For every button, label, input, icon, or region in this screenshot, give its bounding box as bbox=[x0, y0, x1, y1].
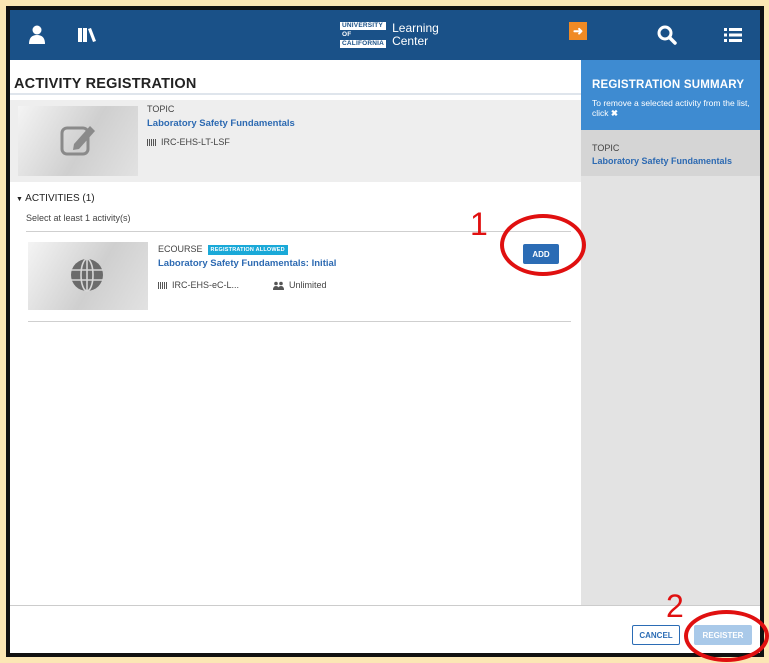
title-divider bbox=[10, 93, 581, 95]
activities-header: ACTIVITIES (1) bbox=[25, 193, 95, 204]
activity-type-row: ECOURSE REGISTRATION ALLOWED bbox=[158, 244, 288, 255]
topic-thumbnail bbox=[18, 106, 138, 176]
list-menu-icon[interactable] bbox=[720, 22, 746, 48]
activity-code: IRC-EHS-eC-L... bbox=[172, 280, 240, 290]
topic-card: TOPIC Laboratory Safety Fundamentals IRC… bbox=[10, 100, 581, 182]
close-icon: ✖ bbox=[610, 108, 619, 118]
barcode-icon bbox=[147, 138, 156, 146]
registration-summary-panel: REGISTRATION SUMMARY To remove a selecte… bbox=[581, 60, 760, 605]
summary-item-type: TOPIC bbox=[592, 143, 620, 153]
summary-note: To remove a selected activity from the l… bbox=[592, 98, 760, 118]
activity-meta: IRC-EHS-eC-L... Unlimited bbox=[158, 280, 327, 290]
main-content: ACTIVITY REGISTRATION TOPIC Laboratory S… bbox=[10, 60, 581, 605]
step-1-label: 1 bbox=[470, 206, 488, 242]
library-icon[interactable] bbox=[74, 22, 100, 48]
caret-down-icon: ▼ bbox=[16, 196, 23, 203]
screenshot-frame: UNIVERSITY OF CALIFORNIA Learning Center… bbox=[6, 6, 764, 657]
logo-line: CALIFORNIA bbox=[340, 40, 387, 48]
activities-divider bbox=[26, 231, 571, 232]
activities-hint: Select at least 1 activity(s) bbox=[26, 213, 131, 223]
topic-code: IRC-EHS-LT-LSF bbox=[147, 137, 230, 147]
registration-badge: REGISTRATION ALLOWED bbox=[207, 245, 288, 255]
top-bar: UNIVERSITY OF CALIFORNIA Learning Center bbox=[10, 10, 760, 60]
summary-item-link[interactable]: Laboratory Safety Fundamentals bbox=[592, 156, 732, 166]
activity-thumbnail bbox=[28, 242, 148, 310]
footer: CANCEL REGISTER bbox=[10, 605, 760, 653]
step-2-label: 2 bbox=[666, 588, 684, 624]
brand: UNIVERSITY OF CALIFORNIA Learning Center bbox=[340, 17, 442, 53]
seats-info: Unlimited bbox=[273, 280, 327, 290]
page-title: ACTIVITY REGISTRATION bbox=[14, 76, 197, 92]
arrow-right-icon[interactable]: ➜ bbox=[569, 22, 587, 40]
app-window: UNIVERSITY OF CALIFORNIA Learning Center… bbox=[10, 10, 760, 653]
user-icon[interactable] bbox=[24, 22, 50, 48]
logo-line: OF bbox=[342, 31, 352, 38]
logo-line: UNIVERSITY bbox=[340, 22, 387, 30]
summary-header: REGISTRATION SUMMARY To remove a selecte… bbox=[581, 60, 760, 130]
summary-item: TOPIC Laboratory Safety Fundamentals bbox=[581, 130, 760, 176]
users-icon bbox=[273, 281, 284, 290]
step-2-ring bbox=[684, 610, 769, 662]
globe-icon bbox=[71, 258, 103, 292]
cancel-button[interactable]: CANCEL bbox=[632, 625, 680, 645]
summary-title: REGISTRATION SUMMARY bbox=[592, 79, 745, 91]
topic-code-text: IRC-EHS-LT-LSF bbox=[161, 137, 230, 147]
activity-type: ECOURSE bbox=[158, 244, 203, 254]
activity-divider bbox=[28, 321, 571, 322]
topic-type: TOPIC bbox=[147, 104, 175, 114]
uc-logo: UNIVERSITY OF CALIFORNIA bbox=[340, 22, 387, 48]
app-name: Learning Center bbox=[392, 21, 439, 48]
topic-title-link[interactable]: Laboratory Safety Fundamentals bbox=[147, 118, 295, 129]
activities-toggle[interactable]: ▼ ACTIVITIES (1) bbox=[16, 193, 95, 204]
seats-text: Unlimited bbox=[289, 280, 327, 290]
activity-title-link[interactable]: Laboratory Safety Fundamentals: Initial bbox=[158, 258, 336, 269]
barcode-icon bbox=[158, 281, 167, 289]
step-1-ring bbox=[500, 214, 586, 276]
edit-icon bbox=[60, 126, 95, 156]
search-icon[interactable] bbox=[654, 22, 680, 48]
